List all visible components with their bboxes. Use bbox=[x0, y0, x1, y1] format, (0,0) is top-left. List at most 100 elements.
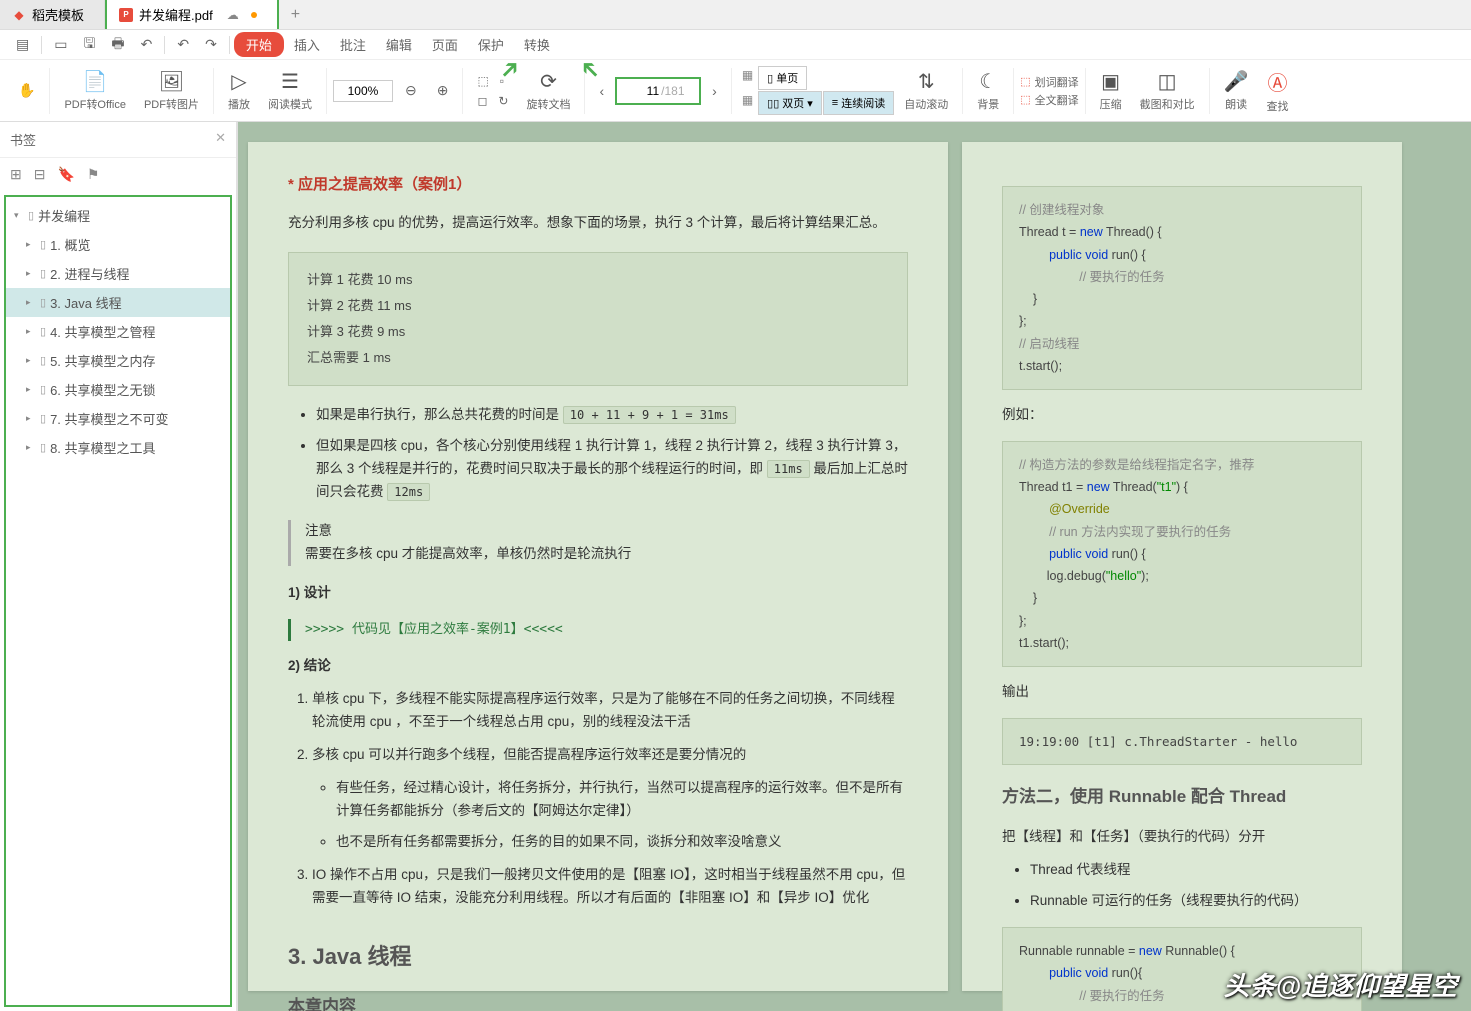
undo-icon[interactable]: ↶ bbox=[133, 32, 161, 57]
page-prev-icon[interactable]: ‹ bbox=[591, 79, 612, 103]
menu-convert[interactable]: 转换 bbox=[514, 31, 560, 58]
menu-edit[interactable]: 编辑 bbox=[376, 31, 422, 58]
background-button[interactable]: ☾背景 bbox=[969, 69, 1007, 112]
find-button[interactable]: Ⓐ查找 bbox=[1259, 67, 1297, 114]
play-icon: ▷ bbox=[231, 69, 246, 94]
pdf-to-office-button[interactable]: 📄PDF转Office bbox=[56, 69, 134, 112]
tree-item-1[interactable]: ▸▯1. 概览 bbox=[6, 230, 230, 259]
double-page-button[interactable]: ▯▯双页▾ bbox=[758, 91, 822, 115]
compress-button[interactable]: ▣压缩 bbox=[1092, 69, 1130, 112]
tab-templates[interactable]: ◆ 稻壳模板 bbox=[0, 0, 105, 29]
undo2-icon[interactable]: ↶ bbox=[169, 32, 197, 57]
ribbon-toolbar: ✋ 📄PDF转Office 🖼PDF转图片 ▷播放 ☰阅读模式 ⊖ ⊕ ⬚▫ ◻… bbox=[0, 60, 1471, 122]
collapse-icon[interactable]: ⊟ bbox=[34, 166, 46, 183]
trans-icon: ⬚ bbox=[1020, 75, 1030, 88]
pdf-page-left: * 应用之提高效率（案例1） 充分利用多核 cpu 的优势，提高运行效率。想象下… bbox=[248, 142, 948, 991]
menu-bar: ▤ ▭ 🖫 🖶 ↶ ↶ ↷ 开始 插入 批注 编辑 页面 保护 转换 bbox=[0, 30, 1471, 60]
numbered-list: 单核 cpu 下，多线程不能实际提高程序运行效率，只是为了能够在不同的任务之间切… bbox=[288, 688, 908, 910]
menu-page[interactable]: 页面 bbox=[422, 31, 468, 58]
open-icon[interactable]: ▭ bbox=[46, 32, 75, 57]
crop-icon: ◫ bbox=[1158, 69, 1177, 94]
save-icon[interactable]: 🖫 bbox=[75, 29, 103, 61]
tree-item-8[interactable]: ▸▯8. 共享模型之工具 bbox=[6, 433, 230, 462]
moon-icon: ☾ bbox=[979, 69, 997, 94]
tree-item-5[interactable]: ▸▯5. 共享模型之内存 bbox=[6, 346, 230, 375]
menu-start[interactable]: 开始 bbox=[234, 32, 284, 57]
bullet-list: Thread 代表线程 Runnable 可运行的任务（线程要执行的代码） bbox=[1002, 859, 1362, 913]
page-total-label: /181 bbox=[661, 84, 697, 98]
play-button[interactable]: ▷播放 bbox=[220, 69, 258, 112]
text: 把【线程】和【任务】（要执行的代码）分开 bbox=[1002, 826, 1362, 849]
single-page-button[interactable]: ▯单页 bbox=[758, 66, 807, 90]
tree-item-root[interactable]: ▾▯并发编程 bbox=[6, 201, 230, 230]
pdf-page-right: // 创建线程对象 Thread t = new Thread() { publ… bbox=[962, 142, 1402, 991]
tab-label: 并发编程.pdf bbox=[139, 5, 213, 24]
fit-actual-icon[interactable]: ◻ bbox=[473, 92, 491, 110]
menu-icon[interactable]: ▤ bbox=[8, 32, 37, 57]
code-block: 计算 1 花费 10 ms 计算 2 花费 11 ms 计算 3 花费 9 ms… bbox=[288, 252, 908, 386]
code-block: // 创建线程对象 Thread t = new Thread() { publ… bbox=[1002, 186, 1362, 390]
tab-label: 稻壳模板 bbox=[32, 5, 84, 24]
zoom-input[interactable] bbox=[333, 80, 393, 102]
pdf-icon: P bbox=[119, 8, 133, 22]
dot-icon bbox=[251, 12, 257, 18]
menu-insert[interactable]: 插入 bbox=[284, 31, 330, 58]
bookmark-add-icon[interactable]: 🔖 bbox=[57, 166, 74, 183]
text: 输出 bbox=[1002, 681, 1362, 704]
page-next-icon[interactable]: › bbox=[704, 79, 725, 103]
search-icon: Ⓐ bbox=[1268, 67, 1288, 96]
bookmark-icon[interactable]: ⚑ bbox=[87, 166, 100, 183]
expand-icon[interactable]: ⊞ bbox=[10, 166, 22, 183]
menu-annotate[interactable]: 批注 bbox=[330, 31, 376, 58]
document-viewport[interactable]: * 应用之提高效率（案例1） 充分利用多核 cpu 的优势，提高运行效率。想象下… bbox=[238, 122, 1471, 1011]
read-icon: ☰ bbox=[281, 69, 299, 94]
single-icon: ▯ bbox=[767, 72, 773, 85]
scroll-icon: ⇅ bbox=[918, 69, 935, 94]
section-title: * 应用之提高效率（案例1） bbox=[288, 172, 908, 198]
word-trans-button[interactable]: ⬚划词翻译 bbox=[1020, 74, 1078, 90]
rotate-icon: ⟳ bbox=[540, 69, 557, 94]
tree-item-4[interactable]: ▸▯4. 共享模型之管程 bbox=[6, 317, 230, 346]
add-tab-button[interactable]: + bbox=[279, 1, 312, 29]
method-heading: 方法二，使用 Runnable 配合 Thread bbox=[1002, 783, 1362, 812]
hand-tool-icon[interactable]: ✋ bbox=[10, 78, 43, 103]
close-icon[interactable]: ✕ bbox=[215, 130, 226, 149]
cont-icon: ≡ bbox=[832, 97, 838, 109]
full-trans-button[interactable]: ⬚全文翻译 bbox=[1020, 92, 1078, 108]
layout-icon-2[interactable]: ▦ bbox=[738, 91, 757, 115]
print-icon[interactable]: 🖶 bbox=[103, 29, 132, 61]
pdf-to-image-button[interactable]: 🖼PDF转图片 bbox=[136, 69, 207, 112]
bookmark-sidebar: 书签 ✕ ⊞ ⊟ 🔖 ⚑ ▾▯并发编程 ▸▯1. 概览 ▸▯2. 进程与线程 ▸… bbox=[0, 122, 238, 1011]
text: 例如： bbox=[1002, 404, 1362, 427]
mic-icon: 🎤 bbox=[1224, 69, 1249, 94]
subheading: 1) 设计 bbox=[288, 582, 908, 605]
zoom-in-icon[interactable]: ⊕ bbox=[429, 78, 457, 103]
page-nav-box: /181 bbox=[615, 77, 701, 105]
watermark-text: 头条@追逐仰望星空 bbox=[1224, 966, 1457, 1003]
cloud-icon: ☁ bbox=[227, 8, 239, 22]
tree-item-3[interactable]: ▸▯3. Java 线程 bbox=[6, 288, 230, 317]
rotate-button[interactable]: ⟳旋转文档 bbox=[518, 69, 578, 112]
tree-item-2[interactable]: ▸▯2. 进程与线程 bbox=[6, 259, 230, 288]
speak-button[interactable]: 🎤朗读 bbox=[1216, 69, 1257, 112]
layout-icon-1[interactable]: ▦ bbox=[738, 66, 757, 90]
page-number-input[interactable] bbox=[619, 81, 659, 101]
tab-pdf[interactable]: P 并发编程.pdf ☁ bbox=[105, 0, 279, 29]
sidebar-title: 书签 bbox=[10, 130, 36, 149]
fit-visible-icon[interactable]: ↻ bbox=[494, 92, 512, 110]
zoom-out-icon[interactable]: ⊖ bbox=[397, 78, 425, 103]
tab-icon-fire: ◆ bbox=[12, 8, 26, 22]
continuous-button[interactable]: ≡连续阅读 bbox=[823, 91, 894, 115]
bookmark-tree: ▾▯并发编程 ▸▯1. 概览 ▸▯2. 进程与线程 ▸▯3. Java 线程 ▸… bbox=[4, 195, 232, 1007]
intro-text: 充分利用多核 cpu 的优势，提高运行效率。想象下面的场景，执行 3 个计算，最… bbox=[288, 212, 908, 235]
tree-item-7[interactable]: ▸▯7. 共享模型之不可变 bbox=[6, 404, 230, 433]
read-mode-button[interactable]: ☰阅读模式 bbox=[260, 69, 320, 112]
crop-compare-button[interactable]: ◫截图和对比 bbox=[1132, 69, 1203, 112]
redo-icon[interactable]: ↷ bbox=[197, 32, 225, 57]
bullet-list: 如果是串行执行，那么总共花费的时间是 10 + 11 + 9 + 1 = 31m… bbox=[288, 404, 908, 504]
autoscroll-button[interactable]: ⇅自动滚动 bbox=[896, 69, 956, 112]
tree-item-6[interactable]: ▸▯6. 共享模型之无锁 bbox=[6, 375, 230, 404]
tab-bar: ◆ 稻壳模板 P 并发编程.pdf ☁ + bbox=[0, 0, 1471, 30]
code-link: >>>>> 代码见【应用之效率-案例1】<<<<< bbox=[288, 619, 908, 641]
fit-width-icon[interactable]: ⬚ bbox=[473, 72, 492, 90]
